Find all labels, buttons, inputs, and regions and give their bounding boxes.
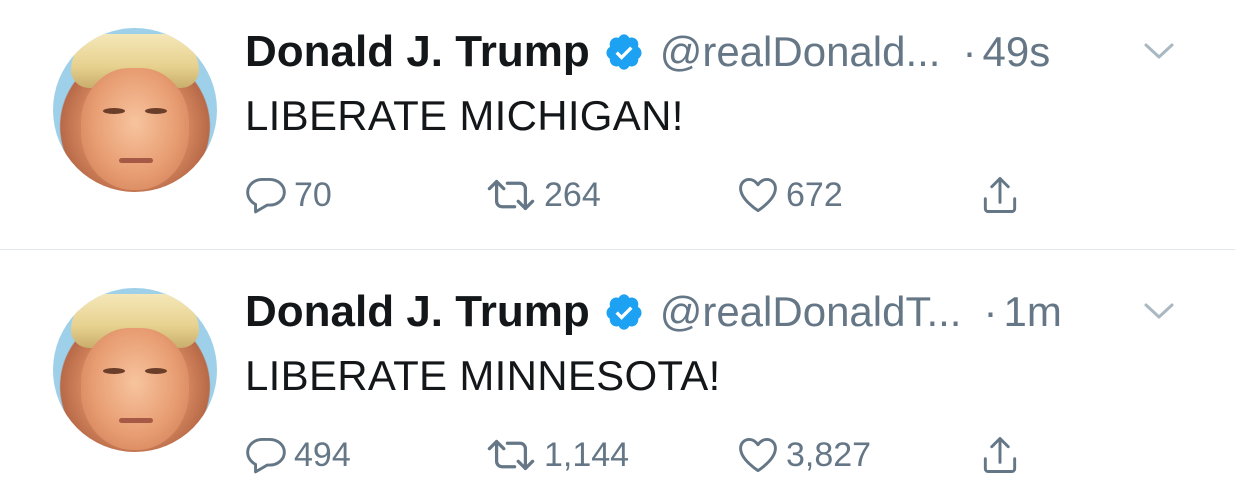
retweet-button[interactable]: 264 xyxy=(484,170,601,220)
handle[interactable]: @realDonaldT... xyxy=(660,288,962,336)
like-button[interactable]: 3,827 xyxy=(736,430,871,480)
tweet-text: LIBERATE MICHIGAN! xyxy=(245,92,684,139)
like-count: 3,827 xyxy=(786,435,872,474)
avatar-eye xyxy=(145,368,167,374)
reply-icon xyxy=(246,437,286,474)
timeline: Donald J. Trump @realDonald... · 49s LIB… xyxy=(0,0,1235,501)
tweet[interactable]: Donald J. Trump @realDonaldT... · 1m LIB… xyxy=(0,250,1235,500)
tweet-header: Donald J. Trump @realDonaldT... · 1m xyxy=(245,282,1062,342)
timestamp[interactable]: 49s xyxy=(982,28,1050,76)
retweet-count: 1,144 xyxy=(544,435,630,474)
verified-badge-icon xyxy=(604,292,644,332)
avatar[interactable] xyxy=(53,288,217,452)
tweet-header: Donald J. Trump @realDonald... · 49s xyxy=(245,22,1050,82)
tweet-actions: 70 264 672 xyxy=(0,170,1235,220)
timestamp[interactable]: 1m xyxy=(1003,288,1061,336)
avatar[interactable] xyxy=(53,28,217,192)
like-icon xyxy=(739,437,777,473)
reply-icon xyxy=(246,177,286,214)
reply-button[interactable]: 494 xyxy=(244,430,351,480)
retweet-button[interactable]: 1,144 xyxy=(484,430,629,480)
reply-count: 494 xyxy=(294,435,351,474)
avatar-eye xyxy=(145,108,167,114)
separator: · xyxy=(983,288,998,335)
display-name[interactable]: Donald J. Trump xyxy=(245,27,590,77)
share-button[interactable] xyxy=(978,170,1028,220)
retweet-count: 264 xyxy=(544,175,601,214)
chevron-down-icon[interactable] xyxy=(1142,40,1176,62)
avatar-eye xyxy=(103,108,125,114)
tweet-text: LIBERATE MINNESOTA! xyxy=(245,352,721,399)
avatar-mouth xyxy=(119,418,153,423)
retweet-icon xyxy=(487,179,535,211)
share-button[interactable] xyxy=(978,430,1028,480)
separator: · xyxy=(962,28,977,75)
tweet[interactable]: Donald J. Trump @realDonald... · 49s LIB… xyxy=(0,0,1235,250)
avatar-eye xyxy=(103,368,125,374)
tweet-actions: 494 1,144 3,827 xyxy=(0,430,1235,480)
share-icon xyxy=(983,177,1017,213)
chevron-down-icon[interactable] xyxy=(1142,300,1176,322)
reply-button[interactable]: 70 xyxy=(244,170,332,220)
verified-badge-icon xyxy=(604,32,644,72)
like-icon xyxy=(739,177,777,213)
share-icon xyxy=(983,437,1017,473)
handle[interactable]: @realDonald... xyxy=(660,28,941,76)
like-button[interactable]: 672 xyxy=(736,170,843,220)
reply-count: 70 xyxy=(294,175,332,214)
like-count: 672 xyxy=(786,175,843,214)
retweet-icon xyxy=(487,439,535,471)
avatar-mouth xyxy=(119,158,153,163)
display-name[interactable]: Donald J. Trump xyxy=(245,287,590,337)
